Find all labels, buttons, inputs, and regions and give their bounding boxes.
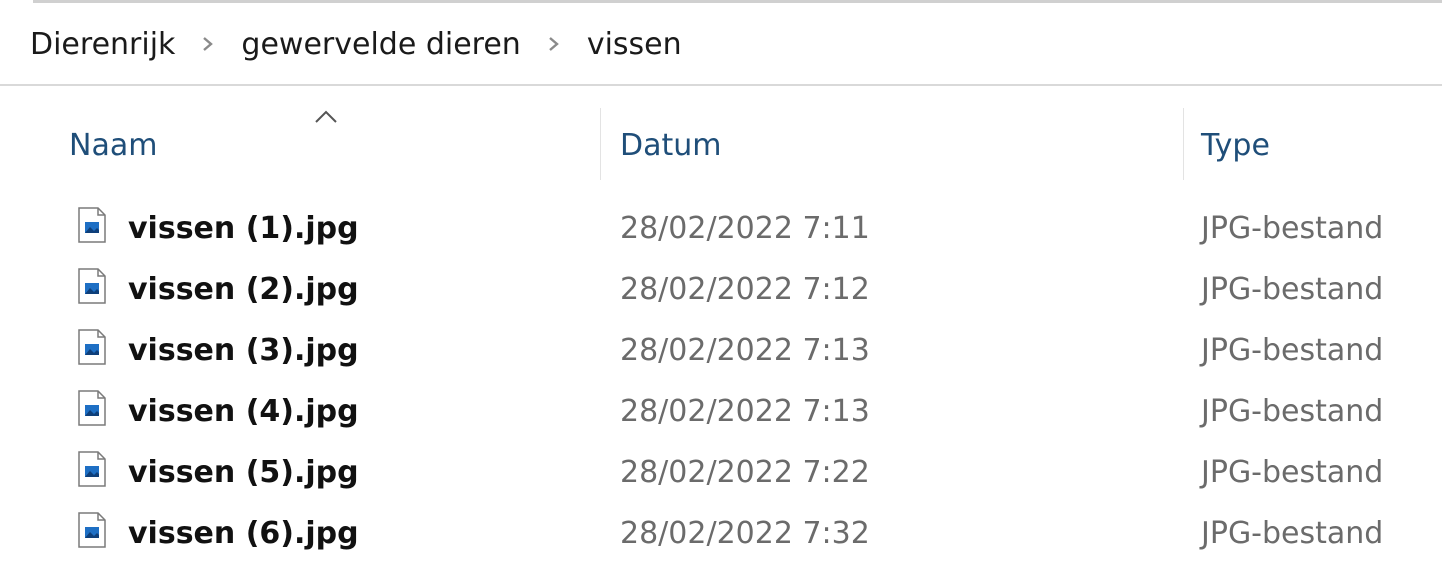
file-type: JPG-bestand	[1201, 333, 1384, 368]
file-row[interactable]: vissen (5).jpg 28/02/2022 7:22 JPG-besta…	[0, 444, 1442, 505]
file-date: 28/02/2022 7:12	[620, 272, 870, 307]
file-name: vissen (1).jpg	[128, 211, 359, 246]
file-date: 28/02/2022 7:22	[620, 455, 870, 490]
column-header-date[interactable]: Datum	[620, 124, 721, 168]
breadcrumb-item-vissen[interactable]: vissen	[587, 27, 682, 62]
breadcrumb-item-dierenrijk[interactable]: Dierenrijk	[30, 27, 175, 62]
column-header-type[interactable]: Type	[1201, 124, 1270, 168]
image-file-icon	[78, 390, 106, 426]
chevron-right-icon	[175, 24, 241, 64]
image-file-icon	[78, 207, 106, 243]
column-separator[interactable]	[1183, 108, 1184, 180]
chevron-up-icon	[313, 108, 339, 124]
header-divider	[0, 84, 1442, 86]
file-date: 28/02/2022 7:11	[620, 211, 870, 246]
file-name: vissen (4).jpg	[128, 394, 359, 429]
file-name: vissen (5).jpg	[128, 455, 359, 490]
file-type: JPG-bestand	[1201, 455, 1384, 490]
column-header-name[interactable]: Naam	[69, 124, 157, 168]
file-type: JPG-bestand	[1201, 211, 1384, 246]
file-date: 28/02/2022 7:32	[620, 516, 870, 551]
file-type: JPG-bestand	[1201, 394, 1384, 429]
file-name: vissen (2).jpg	[128, 272, 359, 307]
file-type: JPG-bestand	[1201, 272, 1384, 307]
file-date: 28/02/2022 7:13	[620, 394, 870, 429]
chevron-right-icon	[521, 24, 587, 64]
image-file-icon	[78, 451, 106, 487]
breadcrumb-item-gewervelde-dieren[interactable]: gewervelde dieren	[241, 27, 520, 62]
top-border	[33, 0, 1442, 3]
file-date: 28/02/2022 7:13	[620, 333, 870, 368]
image-file-icon	[78, 329, 106, 365]
file-name: vissen (3).jpg	[128, 333, 359, 368]
file-row[interactable]: vissen (2).jpg 28/02/2022 7:12 JPG-besta…	[0, 261, 1442, 322]
breadcrumb: Dierenrijk gewervelde dieren vissen	[30, 18, 682, 70]
file-list: vissen (1).jpg 28/02/2022 7:11 JPG-besta…	[0, 200, 1442, 566]
file-type: JPG-bestand	[1201, 516, 1384, 551]
image-file-icon	[78, 268, 106, 304]
file-row[interactable]: vissen (4).jpg 28/02/2022 7:13 JPG-besta…	[0, 383, 1442, 444]
file-row[interactable]: vissen (3).jpg 28/02/2022 7:13 JPG-besta…	[0, 322, 1442, 383]
column-separator[interactable]	[600, 108, 601, 180]
file-row[interactable]: vissen (1).jpg 28/02/2022 7:11 JPG-besta…	[0, 200, 1442, 261]
file-row[interactable]: vissen (6).jpg 28/02/2022 7:32 JPG-besta…	[0, 505, 1442, 566]
file-name: vissen (6).jpg	[128, 516, 359, 551]
image-file-icon	[78, 512, 106, 548]
